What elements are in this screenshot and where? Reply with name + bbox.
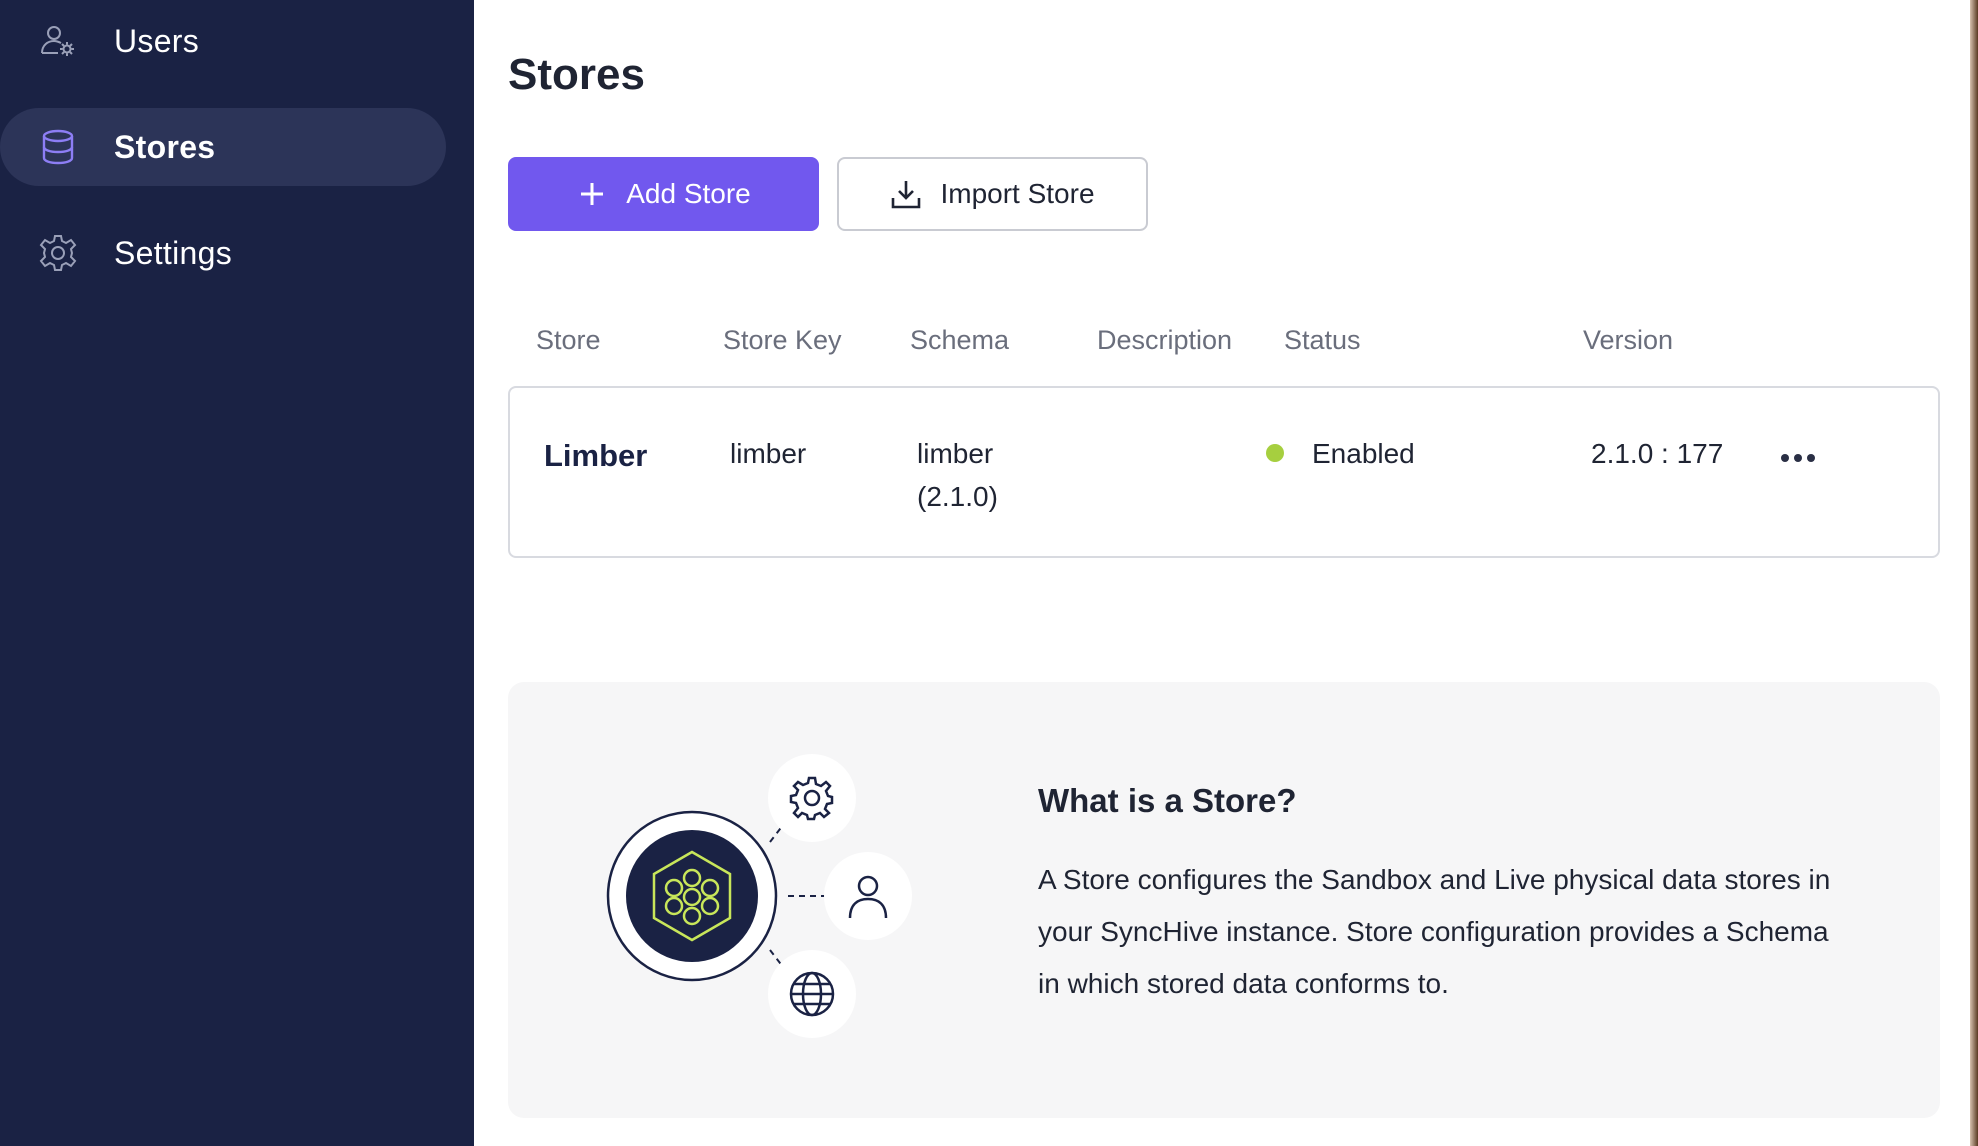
add-store-label: Add Store xyxy=(626,178,751,209)
gear-icon xyxy=(38,233,78,273)
store-name[interactable]: Limber xyxy=(544,434,647,477)
page-title: Stores xyxy=(508,50,645,99)
column-header-store-key[interactable]: Store Key xyxy=(723,325,842,356)
info-body: A Store configures the Sandbox and Live … xyxy=(1038,864,1831,999)
window-edge xyxy=(1970,0,1978,1146)
sidebar-item-label: Settings xyxy=(114,234,233,271)
sidebar-item-label: Stores xyxy=(114,128,216,165)
more-dot xyxy=(1794,454,1802,462)
plus-icon xyxy=(576,178,608,210)
more-dot xyxy=(1807,454,1815,462)
store-key: limber xyxy=(730,438,807,469)
database-icon xyxy=(38,127,78,167)
sidebar-item-users[interactable]: Users xyxy=(0,2,446,80)
add-store-button[interactable]: Add Store xyxy=(508,157,819,231)
more-options-button[interactable] xyxy=(1770,440,1826,476)
column-header-description[interactable]: Description xyxy=(1097,325,1232,356)
column-header-status[interactable]: Status xyxy=(1284,325,1361,356)
import-store-label: Import Store xyxy=(940,178,1095,209)
column-header-version[interactable]: Version xyxy=(1583,325,1673,356)
status-indicator xyxy=(1266,444,1284,462)
user-cog-icon xyxy=(38,21,78,61)
more-dot xyxy=(1781,454,1789,462)
status-text: Enabled xyxy=(1312,438,1415,469)
info-title: What is a Store? xyxy=(1038,782,1297,819)
store-illustration xyxy=(606,754,912,1038)
main-content: Stores Add Store Import Store Store Stor… xyxy=(474,0,1970,1146)
app-root: Users Stores Settings Stores Add Store I… xyxy=(0,0,1978,1146)
schema-name: limber xyxy=(917,438,994,469)
store-schema: limber (2.1.0) xyxy=(917,432,998,518)
sidebar-item-stores[interactable]: Stores xyxy=(0,108,446,186)
info-card: What is a Store? A Store configures the … xyxy=(508,682,1940,1118)
sidebar-item-settings[interactable]: Settings xyxy=(0,214,446,292)
column-header-schema[interactable]: Schema xyxy=(910,325,1009,356)
table-header: Store Store Key Schema Description Statu… xyxy=(508,325,1940,365)
store-version: 2.1.0 : 177 xyxy=(1591,438,1724,469)
column-header-store[interactable]: Store xyxy=(536,325,601,356)
download-icon xyxy=(890,178,922,210)
import-store-button[interactable]: Import Store xyxy=(837,157,1148,231)
sidebar-item-label: Users xyxy=(114,22,200,59)
table-row[interactable]: Limber limber limber (2.1.0) Enabled 2.1… xyxy=(508,386,1940,558)
schema-version: (2.1.0) xyxy=(917,481,998,512)
sidebar: Users Stores Settings xyxy=(0,0,474,1146)
